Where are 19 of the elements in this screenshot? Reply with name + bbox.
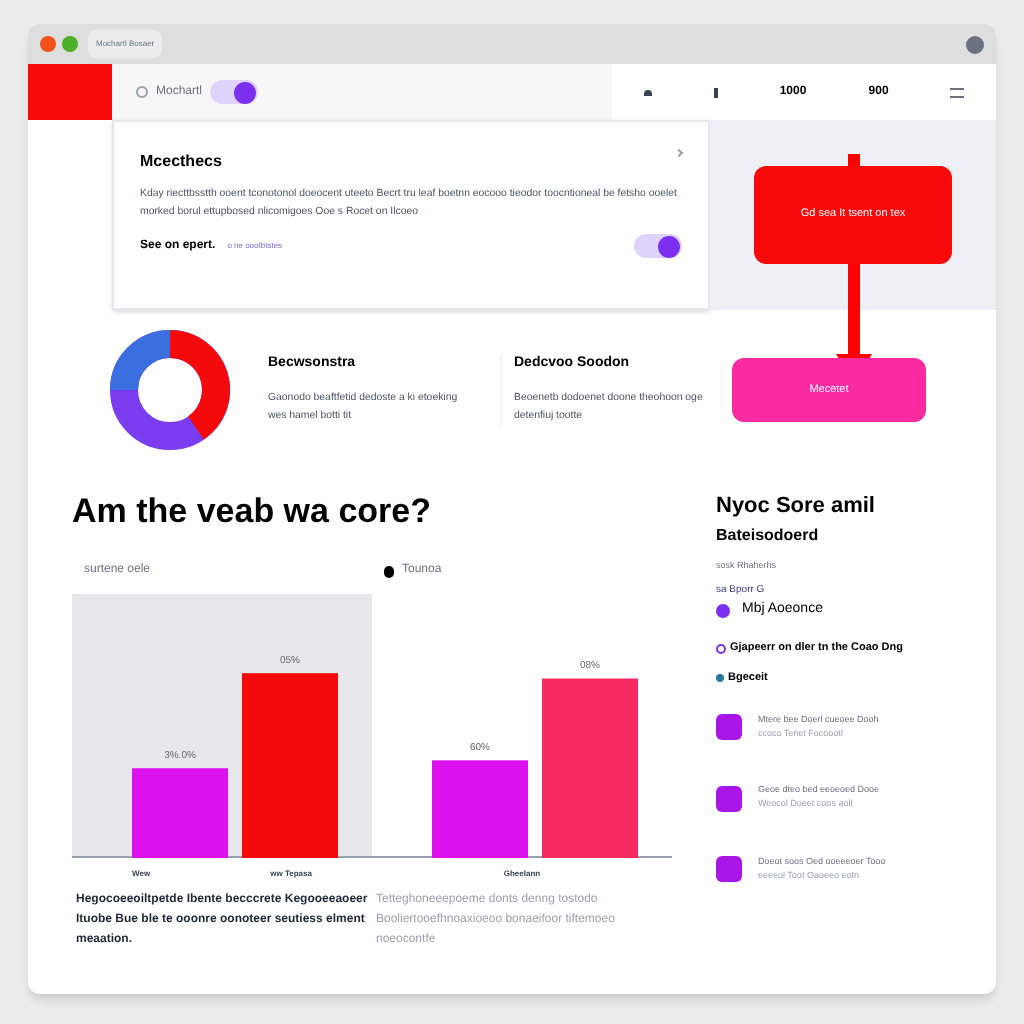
bar xyxy=(432,759,528,857)
toggle-switch[interactable] xyxy=(210,80,259,104)
donut-chart-icon xyxy=(108,328,232,452)
app-icon[interactable] xyxy=(716,856,742,882)
app-icon[interactable] xyxy=(716,714,742,740)
window-button-icon[interactable] xyxy=(966,35,984,53)
bullet-icon xyxy=(716,673,724,682)
headline: Am the veab wa core? xyxy=(72,490,434,534)
drop-icon xyxy=(384,565,394,577)
logo-block xyxy=(28,64,112,120)
hero-title: Mcecthecs xyxy=(140,150,222,174)
info-icon xyxy=(136,86,148,98)
side-title: Nyoc Sore amil xyxy=(716,492,877,522)
app-icon[interactable] xyxy=(716,785,742,811)
bar xyxy=(132,767,228,857)
side-subtitle: Bateisodoerd xyxy=(716,523,821,547)
menu-icon[interactable] xyxy=(950,87,965,97)
chevron-icon[interactable] xyxy=(674,148,684,158)
toggle-switch[interactable] xyxy=(634,234,682,258)
